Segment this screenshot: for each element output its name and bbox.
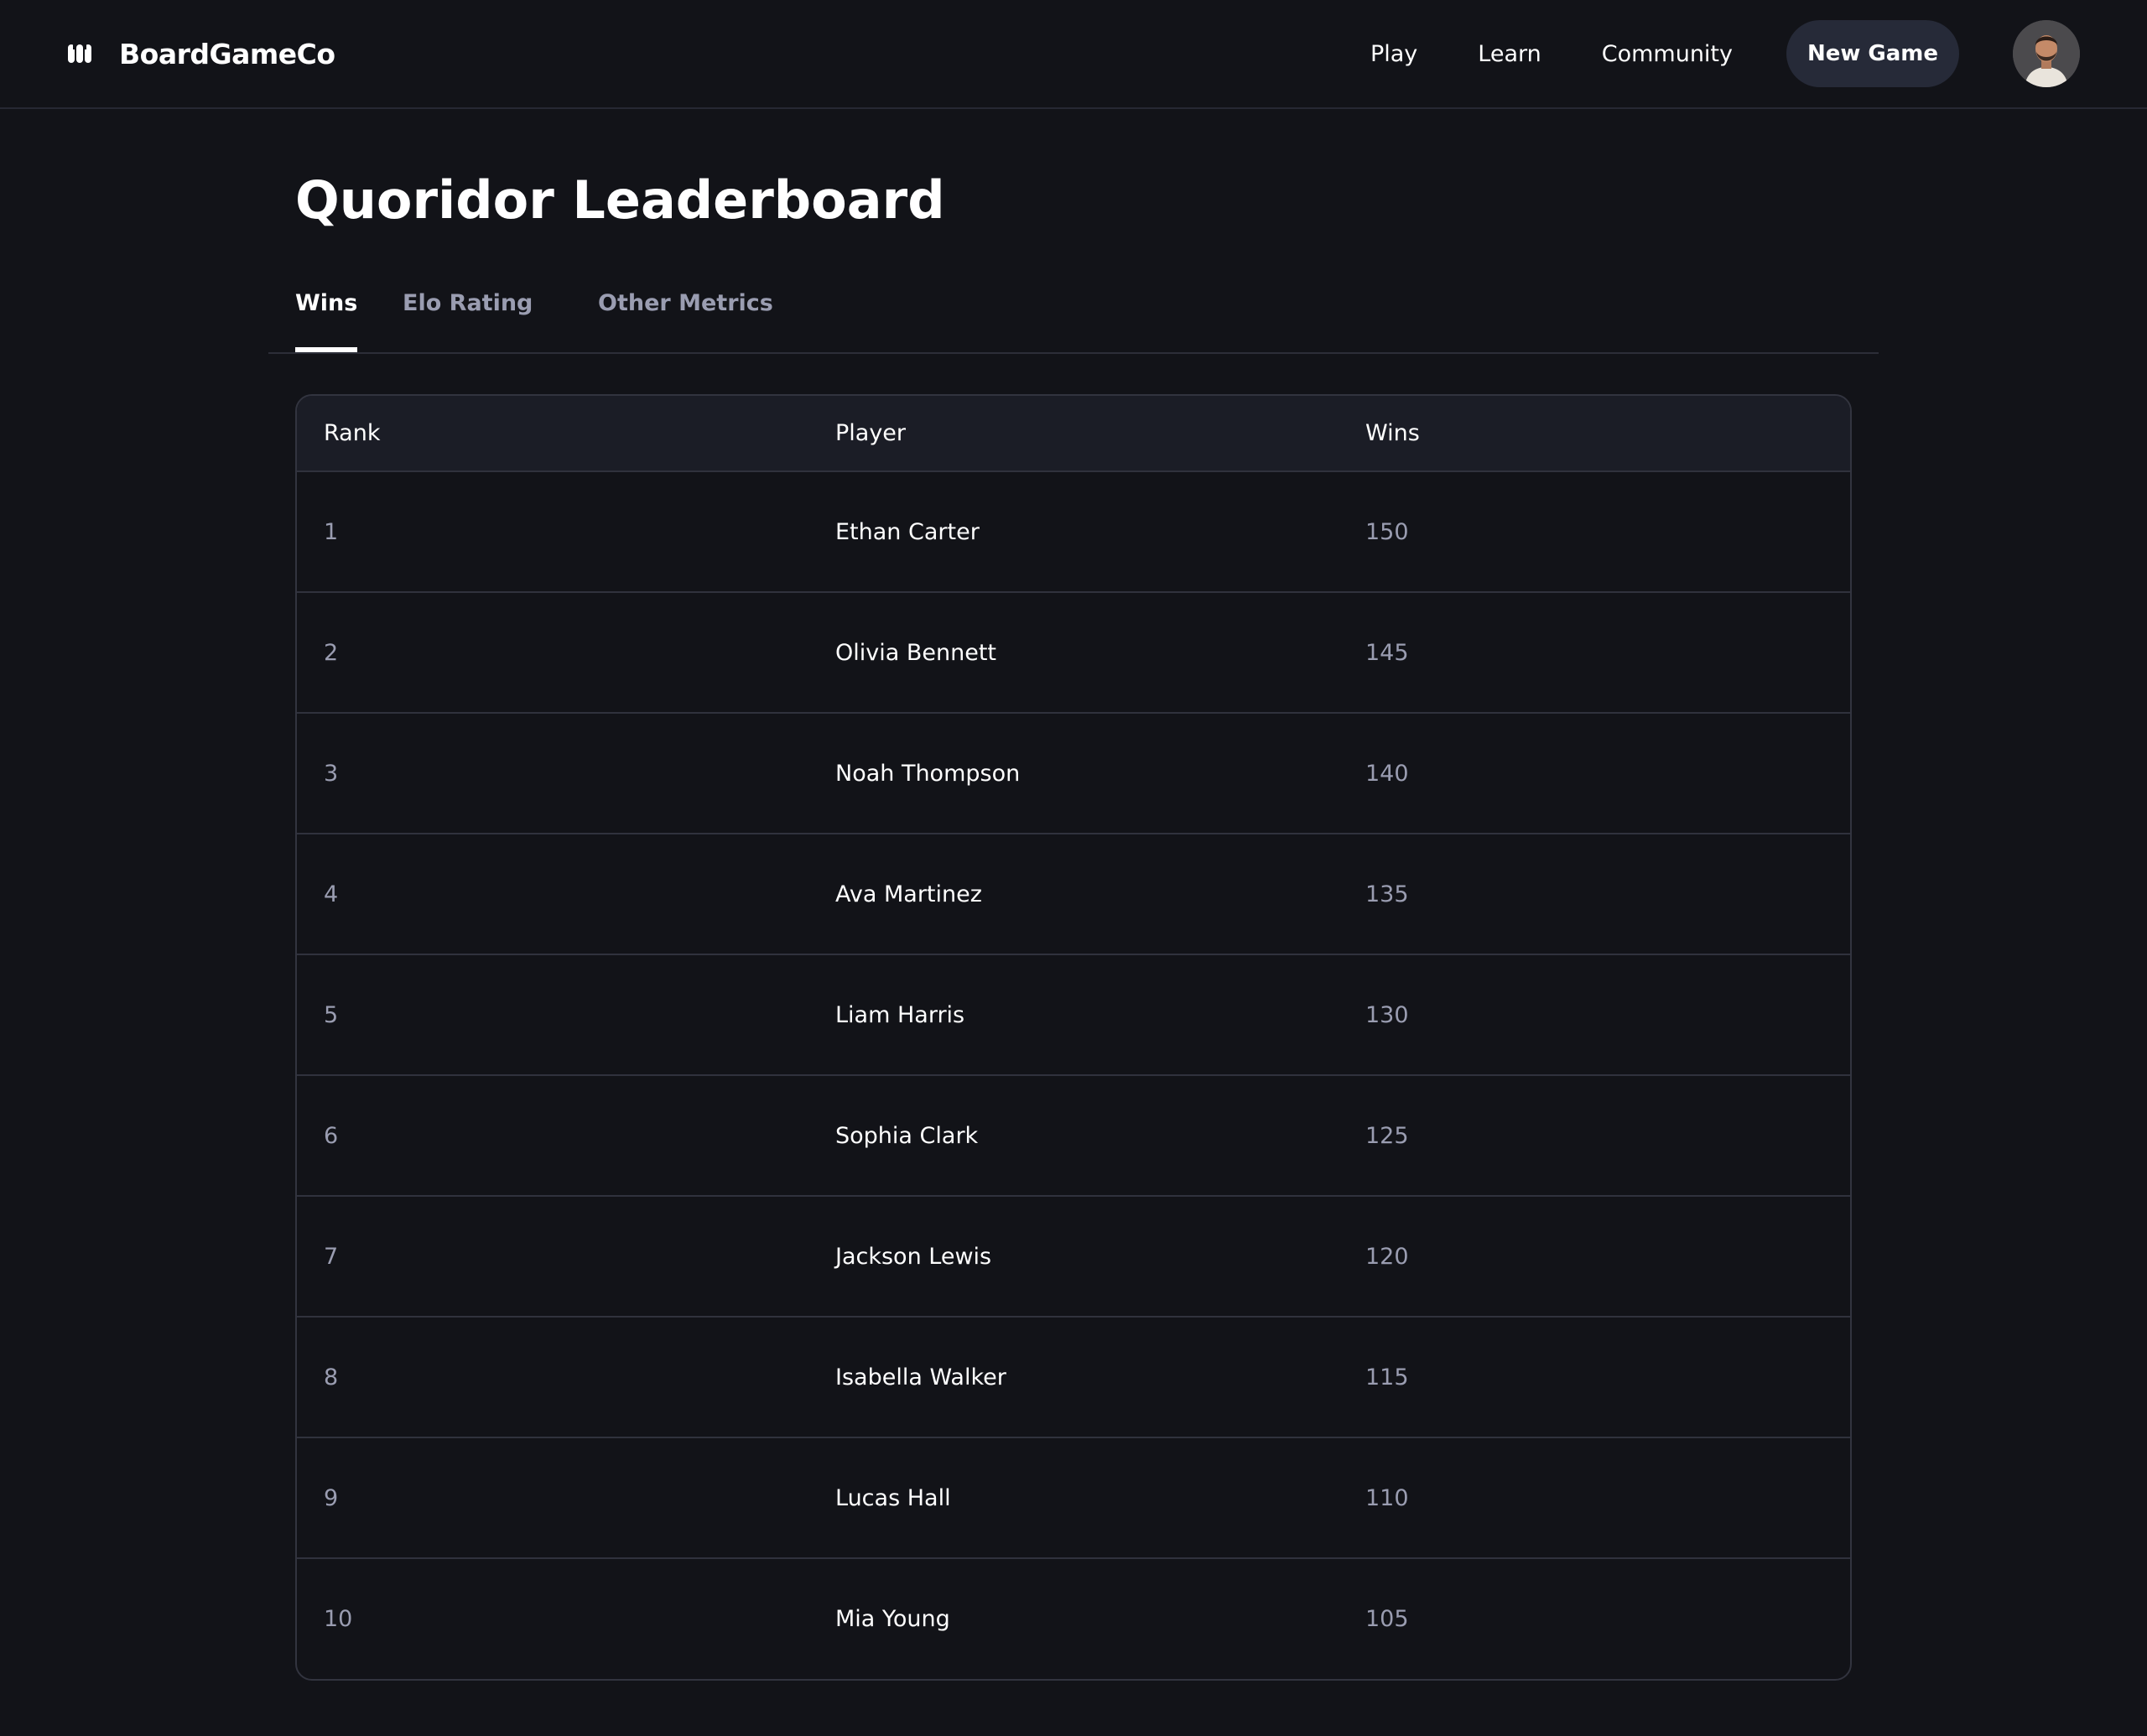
- column-header-wins[interactable]: Wins: [1339, 396, 1850, 471]
- player-cell: Ethan Carter: [835, 518, 980, 545]
- table-row[interactable]: 2 Olivia Bennett 145: [297, 592, 1850, 713]
- brand-logo-icon: [67, 41, 92, 66]
- table-row[interactable]: 6 Sophia Clark 125: [297, 1075, 1850, 1196]
- table-row[interactable]: 8 Isabella Walker 115: [297, 1317, 1850, 1437]
- rank-cell: 7: [324, 1243, 339, 1270]
- table-row[interactable]: 3 Noah Thompson 140: [297, 713, 1850, 834]
- nav-link-learn[interactable]: Learn: [1478, 41, 1541, 67]
- table-row[interactable]: 5 Liam Harris 130: [297, 954, 1850, 1075]
- tab-other-metrics[interactable]: Other Metrics: [598, 277, 773, 352]
- table-row[interactable]: 4 Ava Martinez 135: [297, 834, 1850, 954]
- column-header-rank[interactable]: Rank: [297, 396, 808, 471]
- table-row[interactable]: 1 Ethan Carter 150: [297, 471, 1850, 592]
- wins-cell: 150: [1365, 518, 1409, 545]
- player-cell: Liam Harris: [835, 1001, 965, 1028]
- main-nav: Play Learn Community New Game: [1370, 0, 2080, 107]
- nav-link-play[interactable]: Play: [1370, 41, 1417, 67]
- wins-cell: 140: [1365, 760, 1409, 787]
- player-cell: Mia Young: [835, 1606, 950, 1632]
- leaderboard-table: Rank Player Wins 1 Ethan Carter 150 2 Olivia…: [295, 394, 1852, 1681]
- player-cell: Isabella Walker: [835, 1364, 1006, 1390]
- user-avatar[interactable]: [2013, 20, 2080, 87]
- player-cell: Sophia Clark: [835, 1122, 979, 1149]
- top-header: BoardGameCo Play Learn Community New Gam…: [0, 0, 2147, 109]
- wins-cell: 130: [1365, 1001, 1409, 1028]
- page-title: Quoridor Leaderboard: [295, 169, 945, 231]
- rank-cell: 3: [324, 760, 339, 787]
- player-cell: Jackson Lewis: [835, 1243, 992, 1270]
- wins-cell: 110: [1365, 1484, 1409, 1511]
- brand-name: BoardGameCo: [119, 37, 335, 70]
- rank-cell: 2: [324, 639, 339, 666]
- player-cell: Lucas Hall: [835, 1484, 951, 1511]
- player-cell: Ava Martinez: [835, 881, 982, 907]
- brand[interactable]: BoardGameCo: [67, 38, 335, 70]
- leaderboard-tabs: Wins Elo Rating Other Metrics: [268, 277, 1879, 354]
- wins-cell: 145: [1365, 639, 1409, 666]
- table-row[interactable]: 7 Jackson Lewis 120: [297, 1196, 1850, 1317]
- rank-cell: 5: [324, 1001, 339, 1028]
- avatar-portrait-icon: [2013, 20, 2080, 87]
- column-header-player[interactable]: Player: [808, 396, 1339, 471]
- player-cell: Noah Thompson: [835, 760, 1021, 787]
- tab-wins[interactable]: Wins: [295, 277, 358, 352]
- table-row[interactable]: 10 Mia Young 105: [297, 1558, 1850, 1679]
- wins-cell: 120: [1365, 1243, 1409, 1270]
- tab-elo-rating[interactable]: Elo Rating: [403, 277, 533, 352]
- table-header-row: Rank Player Wins: [297, 396, 1850, 471]
- rank-cell: 6: [324, 1122, 339, 1149]
- wins-cell: 135: [1365, 881, 1409, 907]
- rank-cell: 9: [324, 1484, 339, 1511]
- wins-cell: 105: [1365, 1606, 1409, 1632]
- rank-cell: 4: [324, 881, 339, 907]
- player-cell: Olivia Bennett: [835, 639, 997, 666]
- nav-link-community[interactable]: Community: [1602, 41, 1733, 67]
- rank-cell: 10: [324, 1606, 353, 1632]
- table-row[interactable]: 9 Lucas Hall 110: [297, 1437, 1850, 1558]
- wins-cell: 125: [1365, 1122, 1409, 1149]
- wins-cell: 115: [1365, 1364, 1409, 1390]
- rank-cell: 8: [324, 1364, 339, 1390]
- rank-cell: 1: [324, 518, 339, 545]
- new-game-button[interactable]: New Game: [1786, 20, 1959, 87]
